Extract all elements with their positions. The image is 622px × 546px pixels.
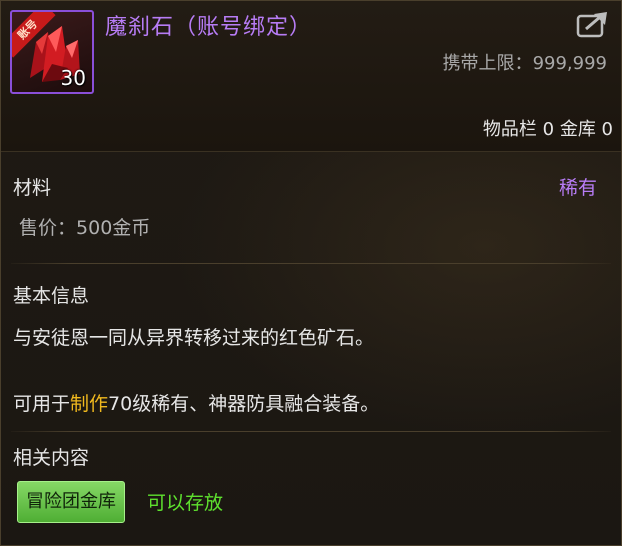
item-type: 材料	[13, 177, 52, 199]
divider	[11, 431, 611, 432]
sell-price: 售价：500金币	[19, 213, 150, 240]
divider	[11, 263, 611, 264]
carry-limit-label: 携带上限：	[442, 53, 533, 74]
item-icon-frame[interactable]: 账号 30	[10, 10, 94, 94]
share-button[interactable]	[576, 10, 610, 38]
related-content-title: 相关内容	[13, 447, 90, 469]
adventure-vault-button[interactable]: 冒险团金库	[17, 481, 125, 523]
storage-count: 物品栏 0 金库 0	[482, 119, 613, 140]
price-label: 售价：	[19, 217, 77, 239]
share-icon	[576, 12, 607, 38]
item-name: 魔刹石（账号绑定）	[105, 15, 313, 40]
craft-highlight: 制作	[70, 393, 109, 415]
carry-limit-value: 999,999	[532, 53, 607, 74]
basic-info-title: 基本信息	[13, 285, 90, 307]
carry-limit: 携带上限：999,999	[443, 49, 607, 75]
item-rarity: 稀有	[558, 177, 597, 199]
storable-note: 可以存放	[147, 492, 224, 514]
description-line-2: 可用于制作70级稀有、神器防具融合装备。	[13, 389, 379, 416]
usage-suffix: 70级稀有、神器防具融合装备。	[108, 393, 380, 415]
item-tooltip: 账号 30 魔刹石（账号绑定） 携带上限：999,999 物品栏 0 金库 0 …	[0, 0, 622, 546]
description-line-1: 与安徒恩一同从异界转移过来的红色矿石。	[13, 327, 375, 349]
stack-count: 30	[60, 66, 86, 90]
usage-prefix: 可用于	[13, 393, 71, 415]
price-value: 500金币	[76, 217, 151, 239]
tooltip-header: 账号 30 魔刹石（账号绑定） 携带上限：999,999 物品栏 0 金库 0	[1, 1, 621, 152]
